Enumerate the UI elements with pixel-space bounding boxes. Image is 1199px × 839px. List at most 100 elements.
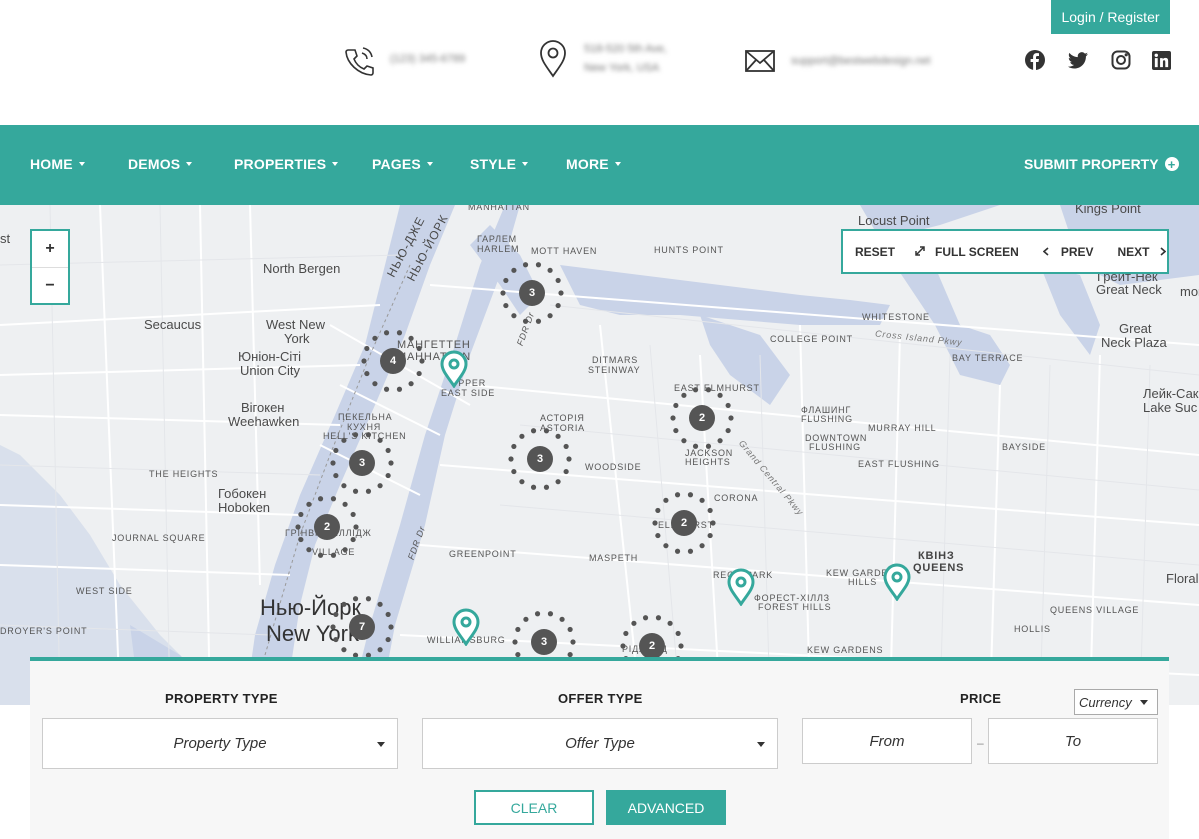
map-cluster[interactable]: 2 [292,492,362,562]
map-cluster[interactable]: 3 [497,258,567,328]
map-label: st [0,231,11,246]
cluster-count: 2 [689,405,715,431]
twitter-icon[interactable] [1068,50,1088,70]
fullscreen-button[interactable]: FULL SCREEN [915,245,1019,259]
phone-number: (123) 345-6789 [390,53,466,65]
map-label: GREENPOINT [449,549,517,559]
map-label: Neck Plaza [1101,335,1167,350]
map-label: Great [1119,321,1152,336]
facebook-icon[interactable] [1025,50,1045,70]
map-label: North Bergen [263,261,341,276]
map-label: WEST SIDE [76,586,133,596]
nav-item-label: PAGES [372,156,421,172]
map-marker-icon[interactable] [439,350,469,388]
cluster-count: 7 [349,614,375,640]
map-label: HARLEM [477,244,520,254]
cluster-count: 2 [671,510,697,536]
map-label: EAST FLUSHING [858,459,940,469]
nav-item-properties[interactable]: PROPERTIES [234,156,339,172]
nav-item-label: DEMOS [128,156,181,172]
map-cluster[interactable]: 3 [327,428,397,498]
nav-item-home[interactable]: HOME [30,156,85,172]
price-range-dash: – [977,736,984,750]
map-label: QUEENS VILLAGE [1050,605,1140,615]
map-marker-icon[interactable] [726,568,756,606]
address: 518-520 5th Ave, New York, USA [584,40,667,78]
advanced-button[interactable]: ADVANCED [606,790,726,825]
map-label: Вігокен [241,400,285,415]
map-cluster[interactable]: 7 [327,592,397,662]
map-label: Floral [1166,571,1199,586]
clear-button[interactable]: CLEAR [474,790,594,825]
map-marker-icon[interactable] [451,608,481,646]
property-type-label: PROPERTY TYPE [165,691,278,706]
zoom-in-button[interactable]: + [32,231,68,267]
property-type-select[interactable]: Property Type [42,718,398,769]
caret-down-icon [377,742,385,747]
next-button[interactable]: NEXT [1118,245,1166,259]
map-label: KEW GARDENS [807,645,884,655]
cluster-count: 3 [519,280,545,306]
location-pin-icon [536,40,570,78]
map-cluster[interactable]: 2 [667,383,737,453]
prev-button[interactable]: PREV [1042,244,1094,259]
map-label: Hoboken [218,500,271,515]
map-label: York [284,331,310,346]
map-marker-icon[interactable] [882,563,912,601]
caret-down-icon [426,162,433,166]
map-label: MANHATTAN [468,205,530,212]
contact-email[interactable]: support@bestwebdesign.net [743,44,931,78]
map-label: HUNTS POINT [654,245,724,255]
map-label: COLLEGE POINT [770,334,853,344]
cluster-count: 2 [314,514,340,540]
address-line-1: 518-520 5th Ave, [584,43,667,55]
envelope-icon [743,44,777,78]
contact-phone[interactable]: (123) 345-6789 [342,44,465,78]
plus-circle-icon: + [1164,157,1179,171]
map-label: Гобокен [218,486,267,501]
submit-property-link[interactable]: SUBMIT PROPERTY + [1024,156,1179,172]
map-label: WHITESTONE [862,312,930,322]
price-from-placeholder: From [869,732,905,750]
prev-label: PREV [1060,244,1094,259]
map-cluster[interactable]: 2 [649,488,719,558]
cluster-count: 4 [380,348,406,374]
map-label: Secaucus [144,317,202,332]
map-controls: RESET FULL SCREEN PREV NEXT [841,229,1169,274]
property-search-panel: PROPERTY TYPE OFFER TYPE PRICE Currency … [30,657,1169,839]
nav-item-label: MORE [566,156,609,172]
instagram-icon[interactable] [1111,50,1131,70]
cluster-count: 3 [531,629,557,655]
map-cluster[interactable]: 3 [505,424,575,494]
zoom-out-button[interactable]: − [32,267,68,303]
map-label: JOURNAL SQUARE [112,533,206,543]
nav-item-style[interactable]: STYLE [470,156,529,172]
map-label: FLUSHING [809,442,861,452]
map-zoom-control: + − [30,229,70,305]
price-label: PRICE [960,691,1002,706]
nav-item-demos[interactable]: DEMOS [128,156,193,172]
linkedin-icon[interactable] [1151,50,1171,70]
offer-type-select[interactable]: Offer Type [422,718,778,769]
nav-item-more[interactable]: MORE [566,156,621,172]
reset-button[interactable]: RESET [855,245,895,259]
phone-icon [342,44,376,78]
map-label: HOLLIS [1014,624,1051,634]
currency-select[interactable]: Currency [1074,689,1158,715]
caret-down-icon [1140,700,1148,705]
map-label: FOREST HILLS [758,602,832,612]
map-label: CORONA [714,493,759,503]
login-register-button[interactable]: Login / Register [1051,0,1170,34]
nav-item-pages[interactable]: PAGES [372,156,433,172]
map-label: QUEENS [913,562,965,574]
map-label: WOODSIDE [585,462,642,472]
map-label: West New [266,317,325,332]
map-label: DROYER'S POINT [0,626,88,636]
fullscreen-label: FULL SCREEN [935,244,1019,259]
map-label: Great Neck [1096,282,1162,297]
price-to-input[interactable]: To [988,718,1158,764]
map-label: Lake Suc [1143,400,1198,415]
map-cluster[interactable]: 4 [358,326,428,396]
price-from-input[interactable]: From [802,718,972,764]
property-map[interactable]: MANHATTAN ГАРЛЕМ HARLEM MOTT HAVEN HUNTS… [0,205,1199,705]
